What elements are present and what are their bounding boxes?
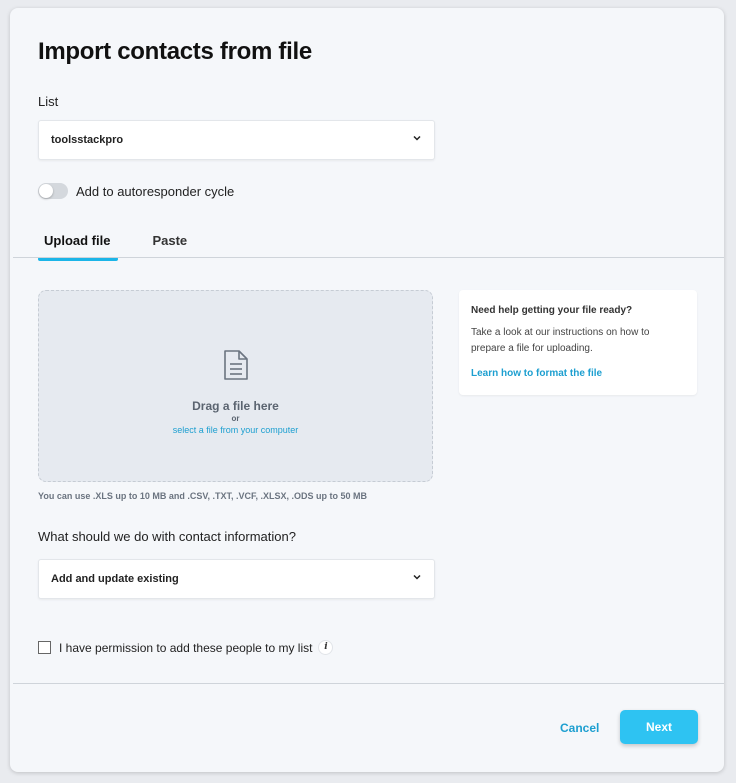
tab-bar: Upload file Paste xyxy=(38,233,223,261)
cancel-button[interactable]: Cancel xyxy=(560,721,599,735)
tab-label: Upload file xyxy=(44,233,111,248)
page-title: Import contacts from file xyxy=(38,38,312,65)
help-panel: Need help getting your file ready? Take … xyxy=(459,290,697,395)
tab-paste[interactable]: Paste xyxy=(146,233,193,259)
next-button[interactable]: Next xyxy=(620,710,698,744)
chevron-down-icon xyxy=(413,135,421,141)
permission-row: I have permission to add these people to… xyxy=(38,640,334,655)
contact-info-label: What should we do with contact informati… xyxy=(38,529,296,544)
autoresponder-toggle[interactable] xyxy=(38,183,68,199)
tabs-divider xyxy=(13,257,724,258)
help-body: Take a look at our instructions on how t… xyxy=(471,327,650,354)
file-format-hint: You can use .XLS up to 10 MB and .CSV, .… xyxy=(38,491,368,501)
help-title: Need help getting your file ready? xyxy=(471,305,633,316)
autoresponder-row: Add to autoresponder cycle xyxy=(38,183,234,199)
autoresponder-label: Add to autoresponder cycle xyxy=(76,183,235,199)
permission-checkbox[interactable] xyxy=(38,641,51,654)
info-icon[interactable]: i xyxy=(318,640,334,655)
file-dropzone[interactable]: Drag a file here or select a file from y… xyxy=(38,290,433,482)
chevron-down-icon xyxy=(413,574,421,580)
list-select[interactable]: toolsstackpro xyxy=(38,120,435,160)
tab-upload-file[interactable]: Upload file xyxy=(38,233,119,261)
dropzone-or: or xyxy=(231,414,240,423)
import-dialog: Import contacts from file List toolsstac… xyxy=(10,8,724,772)
file-document-icon xyxy=(224,350,248,380)
contact-info-select-value: Add and update existing xyxy=(51,573,179,585)
contact-info-select[interactable]: Add and update existing xyxy=(38,559,435,599)
format-help-link[interactable]: Learn how to format the file xyxy=(471,368,602,379)
tab-label: Paste xyxy=(152,233,188,248)
select-file-link[interactable]: select a file from your computer xyxy=(39,425,432,435)
permission-label: I have permission to add these people to… xyxy=(59,640,313,655)
footer-divider xyxy=(13,683,724,684)
dropzone-title: Drag a file here xyxy=(192,399,279,413)
list-select-value: toolsstackpro xyxy=(51,134,124,146)
toggle-knob xyxy=(39,184,53,198)
list-label: List xyxy=(38,94,59,109)
